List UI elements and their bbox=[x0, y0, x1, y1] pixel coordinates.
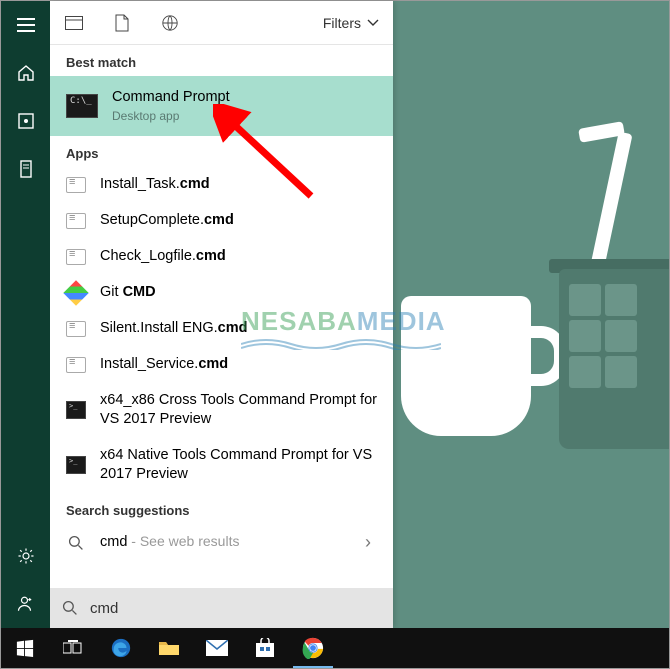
hamburger-icon bbox=[17, 18, 35, 32]
app-result-row[interactable]: SetupComplete.cmd bbox=[50, 203, 393, 239]
filter-apps-button[interactable] bbox=[50, 1, 98, 45]
chrome-icon bbox=[302, 637, 324, 659]
taskbar-chrome[interactable] bbox=[289, 628, 337, 668]
search-box-row bbox=[50, 588, 393, 628]
filters-dropdown[interactable]: Filters bbox=[309, 15, 393, 31]
store-icon bbox=[255, 638, 275, 658]
home-button[interactable] bbox=[1, 49, 50, 97]
taskbar-file-explorer[interactable] bbox=[145, 628, 193, 668]
tower-icon bbox=[20, 160, 32, 178]
taskbar-edge[interactable] bbox=[97, 628, 145, 668]
search-icon bbox=[66, 533, 86, 553]
web-suggestion-row[interactable]: cmd - See web results › bbox=[50, 524, 393, 561]
mail-icon bbox=[206, 640, 228, 656]
taskbar-store[interactable] bbox=[241, 628, 289, 668]
account-button[interactable] bbox=[1, 580, 50, 628]
app-result-row[interactable]: Install_Service.cmd bbox=[50, 347, 393, 383]
best-match-title: Command Prompt bbox=[112, 88, 377, 108]
cmd-black-icon: >_ bbox=[66, 455, 86, 475]
start-search-panel: Filters Best match C:\_ Command Prompt D… bbox=[50, 1, 393, 628]
app-result-row[interactable]: >_ x64_x86 Cross Tools Command Prompt for… bbox=[50, 383, 393, 438]
cmd-file-icon bbox=[66, 319, 86, 339]
app-result-label: Check_Logfile.cmd bbox=[100, 247, 377, 267]
web-suggestion-text: cmd - See web results bbox=[100, 532, 351, 553]
section-best-match: Best match bbox=[50, 45, 393, 76]
gear-icon bbox=[17, 547, 35, 565]
best-match-subtitle: Desktop app bbox=[112, 108, 377, 124]
search-input[interactable] bbox=[90, 588, 393, 628]
git-icon bbox=[66, 283, 86, 303]
app-result-label: Git CMD bbox=[100, 283, 377, 303]
best-match-text: Command Prompt Desktop app bbox=[112, 88, 377, 124]
home-icon bbox=[17, 64, 35, 82]
app-result-label: SetupComplete.cmd bbox=[100, 211, 377, 231]
windows-icon bbox=[16, 639, 34, 657]
cmd-file-icon bbox=[66, 355, 86, 375]
window-icon bbox=[65, 16, 83, 30]
folder-icon bbox=[158, 639, 180, 657]
start-button[interactable] bbox=[1, 628, 49, 668]
best-match-result[interactable]: C:\_ Command Prompt Desktop app bbox=[50, 76, 393, 136]
filter-documents-button[interactable] bbox=[98, 1, 146, 45]
app-result-row[interactable]: Silent.Install ENG.cmd bbox=[50, 311, 393, 347]
start-sidebar bbox=[1, 1, 50, 628]
cmd-black-icon: >_ bbox=[66, 400, 86, 420]
search-box-icon bbox=[50, 600, 90, 616]
apps-list: Install_Task.cmd SetupComplete.cmd Check_L… bbox=[50, 167, 393, 493]
filter-web-button[interactable] bbox=[146, 1, 194, 45]
settings-button[interactable] bbox=[1, 532, 50, 580]
section-search-suggestions: Search suggestions bbox=[50, 493, 393, 524]
search-results-body: Best match C:\_ Command Prompt Desktop a… bbox=[50, 45, 393, 588]
chevron-down-icon bbox=[367, 19, 379, 27]
hamburger-button[interactable] bbox=[1, 1, 50, 49]
app-result-label: x64 Native Tools Command Prompt for VS 2… bbox=[100, 446, 377, 485]
app-result-label: Install_Service.cmd bbox=[100, 355, 377, 375]
edge-icon bbox=[110, 637, 132, 659]
app-result-row[interactable]: Git CMD bbox=[50, 275, 393, 311]
search-filter-bar: Filters bbox=[50, 1, 393, 45]
app-result-row[interactable]: Install_Task.cmd bbox=[50, 167, 393, 203]
taskbar-mail[interactable] bbox=[193, 628, 241, 668]
person-icon bbox=[17, 595, 35, 613]
app-result-row[interactable]: >_ x64 Native Tools Command Prompt for VS… bbox=[50, 438, 393, 493]
section-apps: Apps bbox=[50, 136, 393, 167]
wallpaper-glass bbox=[559, 269, 669, 449]
app-result-label: x64_x86 Cross Tools Command Prompt for V… bbox=[100, 391, 377, 430]
this-pc-button[interactable] bbox=[1, 145, 50, 193]
task-view-icon bbox=[63, 640, 83, 656]
cmd-file-icon bbox=[66, 211, 86, 231]
command-prompt-icon: C:\_ bbox=[66, 90, 98, 122]
recent-button[interactable] bbox=[1, 97, 50, 145]
task-view-button[interactable] bbox=[49, 628, 97, 668]
taskbar bbox=[1, 628, 669, 668]
app-result-label: Silent.Install ENG.cmd bbox=[100, 319, 377, 339]
document-icon bbox=[115, 14, 129, 32]
cmd-file-icon bbox=[66, 247, 86, 267]
globe-icon bbox=[161, 14, 179, 32]
app-result-label: Install_Task.cmd bbox=[100, 175, 377, 195]
filters-label: Filters bbox=[323, 15, 361, 31]
cmd-file-icon bbox=[66, 175, 86, 195]
chevron-right-icon: › bbox=[365, 532, 377, 553]
app-square-icon bbox=[18, 113, 34, 129]
wallpaper-mug bbox=[401, 296, 531, 436]
app-result-row[interactable]: Check_Logfile.cmd bbox=[50, 239, 393, 275]
